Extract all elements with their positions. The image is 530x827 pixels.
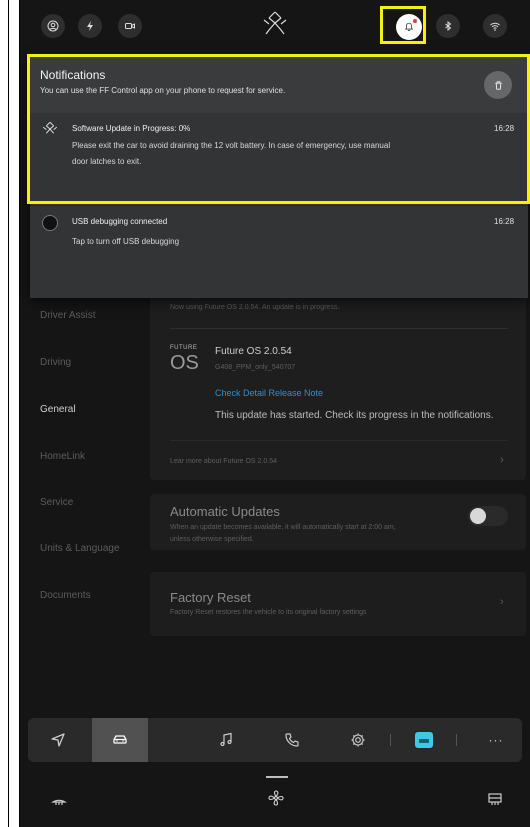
rear-defrost-icon[interactable] (486, 790, 504, 808)
auto-updates-title: Automatic Updates (170, 504, 280, 519)
sidebar-item-units-language[interactable]: Units & Language (40, 543, 120, 554)
clear-notifications-button[interactable] (484, 71, 512, 99)
release-note-link[interactable]: Check Detail Release Note (215, 388, 323, 398)
ff-logo-icon (42, 121, 58, 134)
dock-settings[interactable] (336, 718, 380, 762)
bluetooth-button[interactable] (436, 14, 460, 38)
notification-item-body-1: Tap to turn off USB debugging (72, 237, 180, 246)
notification-item-usb-debugging[interactable]: USB debugging connected 16:28 Tap to tur… (30, 206, 528, 298)
dock-music[interactable] (204, 718, 248, 762)
chevron-right-icon[interactable]: › (500, 454, 504, 466)
build-id: G408_PPM_only_540707 (215, 364, 296, 371)
divider (170, 440, 508, 441)
charging-button[interactable] (78, 14, 102, 38)
sidebar-item-service[interactable]: Service (40, 497, 73, 508)
factory-reset-desc: Factory Reset restores the vehicle to it… (170, 609, 367, 616)
car-icon (113, 735, 127, 744)
lightning-icon (87, 21, 93, 31)
auto-updates-desc-2: unless otherwise specified. (170, 536, 254, 543)
fan-icon[interactable] (266, 788, 286, 808)
factory-reset-title: Factory Reset (170, 590, 251, 605)
notification-item-software-update[interactable]: Software Update in Progress: 0% 16:28 Pl… (30, 113, 528, 205)
music-icon (220, 732, 232, 747)
dock-phone[interactable] (270, 718, 314, 762)
car-screen: Driver Assist Driving General HomeLink S… (20, 0, 530, 827)
handle-bar[interactable] (266, 776, 288, 778)
learn-more-link[interactable]: Lear more about Future OS 2.0.54 (170, 458, 277, 465)
front-defrost-icon[interactable] (50, 790, 68, 808)
update-message: This update has started. Check its progr… (215, 410, 494, 421)
divider (170, 328, 508, 329)
toggle-knob (470, 508, 486, 524)
notification-item-title: USB debugging connected (72, 217, 168, 226)
notification-panel: Notifications You can use the FF Control… (30, 55, 528, 298)
version-title: Future OS 2.0.54 (215, 346, 292, 357)
notification-bell-button[interactable] (396, 14, 422, 40)
wifi-button[interactable] (483, 14, 507, 38)
phone-icon (285, 733, 299, 747)
dock-more[interactable]: ··· (474, 718, 518, 762)
navigation-icon (51, 733, 65, 747)
left-frame-line (8, 0, 9, 827)
sidebar-item-driver-assist[interactable]: Driver Assist (40, 310, 96, 321)
top-status-bar (20, 0, 530, 55)
sidebar-item-documents[interactable]: Documents (40, 590, 91, 601)
android-debug-icon (42, 215, 58, 231)
climate-bar (20, 768, 530, 827)
ff-logo-icon (263, 11, 287, 35)
notification-dot (413, 19, 417, 23)
software-card: Now using Future OS 2.0.54. An update is… (150, 290, 526, 480)
dock-separator (390, 734, 391, 746)
auto-updates-toggle[interactable] (468, 506, 508, 526)
sidebar-item-driving[interactable]: Driving (40, 357, 71, 368)
sidebar-item-homelink[interactable]: HomeLink (40, 451, 85, 462)
sidebar-item-general[interactable]: General (40, 404, 76, 415)
notification-item-time: 16:28 (494, 124, 515, 133)
notification-item-time: 16:28 (494, 217, 515, 226)
camera-icon (125, 23, 135, 29)
app-dock: ··· (28, 718, 522, 762)
software-status: Now using Future OS 2.0.54. An update is… (170, 304, 340, 311)
notification-subtitle: You can use the FF Control app on your p… (40, 86, 286, 95)
gear-icon (351, 733, 365, 747)
chevron-right-icon: › (500, 596, 504, 608)
more-icon: ··· (488, 733, 504, 747)
dock-car[interactable] (92, 718, 148, 762)
automatic-updates-card: Automatic Updates When an update becomes… (150, 494, 526, 550)
dock-navigation[interactable] (36, 718, 80, 762)
factory-reset-card[interactable]: Factory Reset Factory Reset restores the… (150, 572, 526, 636)
notification-item-body-2: door latches to exit. (72, 157, 142, 166)
dock-separator (456, 734, 457, 746)
notification-item-body-1: Please exit the car to avoid draining th… (72, 141, 391, 150)
notification-item-title: Software Update in Progress: 0% (72, 124, 191, 133)
wifi-icon (490, 22, 500, 31)
auto-updates-desc-1: When an update becomes available, it wil… (170, 524, 396, 531)
profile-button[interactable] (41, 14, 65, 38)
notification-title: Notifications (40, 68, 106, 82)
trash-icon (494, 80, 502, 90)
notification-header: Notifications You can use the FF Control… (30, 55, 528, 113)
bluetooth-icon (445, 20, 452, 32)
future-os-brand-bottom: OS (170, 352, 199, 374)
user-icon (47, 20, 59, 32)
dock-app[interactable] (402, 718, 446, 762)
camera-button[interactable] (118, 14, 142, 38)
app-tile-icon (415, 732, 433, 748)
bell-icon (404, 22, 414, 32)
future-os-brand-top: FUTURE (170, 345, 198, 351)
